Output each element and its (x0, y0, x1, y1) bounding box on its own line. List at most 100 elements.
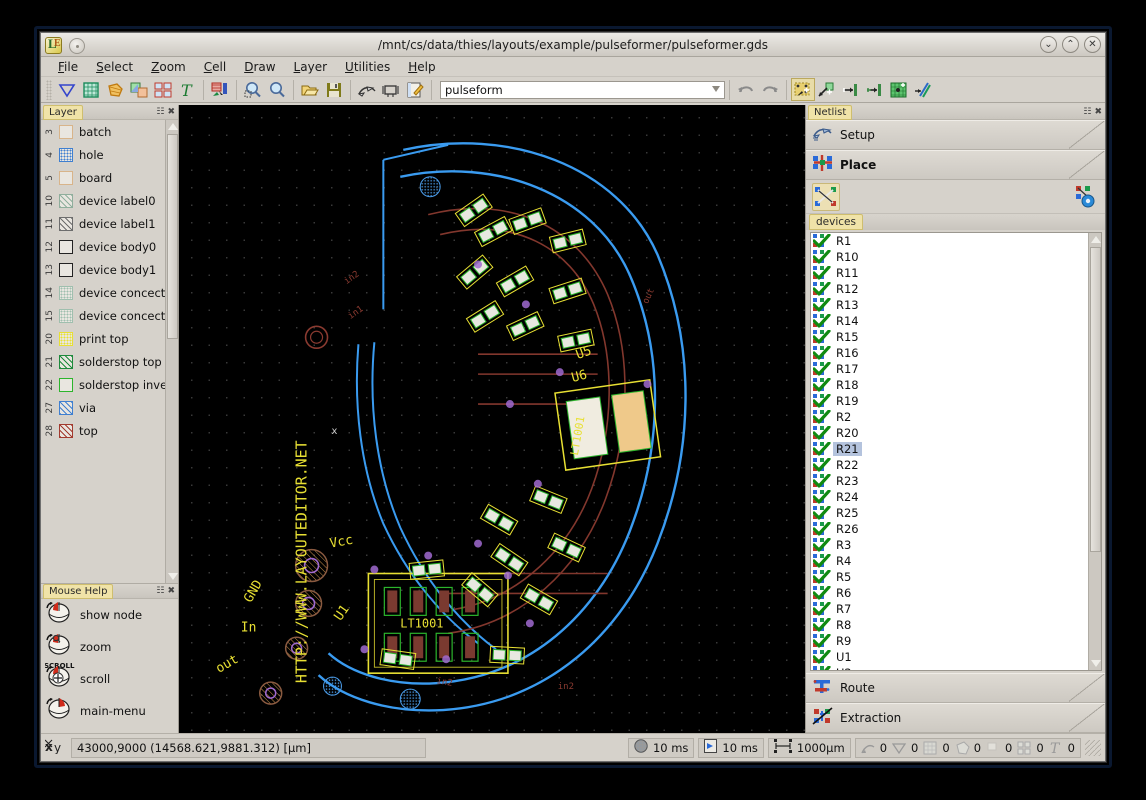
devices-scrollbar[interactable] (1088, 233, 1101, 670)
layer-color-swatch[interactable] (59, 308, 73, 323)
menu-zoom[interactable]: Zoom (142, 59, 195, 75)
place-settings-icon[interactable] (1071, 183, 1099, 211)
devices-scroll-up-icon[interactable] (1090, 234, 1101, 245)
layer-row[interactable]: 11 device label1 (41, 212, 178, 235)
undo-icon[interactable] (734, 78, 758, 101)
layer-scroll-down-icon[interactable] (167, 571, 178, 582)
device-list-item[interactable]: R11 (811, 265, 1087, 281)
device-list-item[interactable]: R24 (811, 489, 1087, 505)
device-list-item[interactable]: R4 (811, 553, 1087, 569)
section-extraction[interactable]: Extraction (806, 703, 1105, 733)
array-cells-icon[interactable] (151, 78, 175, 101)
menu-select[interactable]: Select (87, 59, 142, 75)
layer-row[interactable]: 20 print top (41, 327, 178, 350)
device-list-item[interactable]: R5 (811, 569, 1087, 585)
layer-color-swatch[interactable] (59, 400, 73, 415)
redo-icon[interactable] (758, 78, 782, 101)
minimize-button[interactable]: ⌄ (1040, 36, 1057, 53)
menu-help[interactable]: Help (399, 59, 444, 75)
device-list-item[interactable]: R10 (811, 249, 1087, 265)
layer-list[interactable]: 3 batch 4 hole 5 board 10 device label0 11 device… (41, 120, 178, 583)
layer-row[interactable]: 3 batch (41, 120, 178, 143)
layer-panel-undock-icon[interactable]: ☷ (156, 106, 164, 118)
netlist-undock-icon[interactable]: ☷ (1083, 106, 1091, 118)
device-list-item[interactable]: R21 (811, 441, 1087, 457)
cell-name-combobox[interactable]: pulseform (440, 80, 725, 99)
place-scatter-icon[interactable] (812, 182, 840, 211)
hatch-fill-icon[interactable] (79, 78, 103, 101)
device-list-item[interactable]: R26 (811, 521, 1087, 537)
device-list-item[interactable]: R12 (811, 281, 1087, 297)
layer-row[interactable]: 21 solderstop top (41, 350, 178, 373)
place-device-icon[interactable] (791, 78, 815, 101)
device-list-item[interactable]: R9 (811, 633, 1087, 649)
device-list-item[interactable]: R22 (811, 457, 1087, 473)
layer-scroll-up-icon[interactable] (167, 121, 178, 132)
layer-row[interactable]: 12 device body0 (41, 235, 178, 258)
device-list-item[interactable]: U1 (811, 649, 1087, 665)
menu-cell[interactable]: Cell (195, 59, 235, 75)
layer-color-swatch[interactable] (59, 239, 73, 254)
devices-list-container[interactable]: R1 R10 R11 R12 R13 R14 R15 R16 R17 R18 R19 R2 R20 R21… (810, 232, 1102, 671)
mouse-help-close-icon[interactable]: ✖ (167, 585, 175, 597)
mouse-help-undock-icon[interactable]: ☷ (156, 585, 164, 597)
device-list-item[interactable]: R13 (811, 297, 1087, 313)
device-list-item[interactable]: R8 (811, 617, 1087, 633)
maximize-button[interactable]: ⌃ (1062, 36, 1079, 53)
layer-row[interactable]: 10 device label0 (41, 189, 178, 212)
ruler-icon[interactable] (379, 78, 403, 101)
devices-list[interactable]: R1 R10 R11 R12 R13 R14 R15 R16 R17 R18 R19 R2 R20 R21… (811, 233, 1087, 670)
device-list-item[interactable]: R2 (811, 409, 1087, 425)
layer-color-swatch[interactable] (59, 170, 73, 185)
section-place[interactable]: Place (806, 150, 1105, 180)
notes-icon[interactable] (403, 78, 427, 101)
device-list-item[interactable]: R3 (811, 537, 1087, 553)
layer-color-swatch[interactable] (59, 377, 73, 392)
menu-file[interactable]: File (49, 59, 87, 75)
layer-color-swatch[interactable] (59, 124, 73, 139)
polygon-icon[interactable] (103, 78, 127, 101)
route-start-icon[interactable] (815, 78, 839, 101)
fill-area-icon[interactable] (887, 78, 911, 101)
device-list-item[interactable]: U2 (811, 665, 1087, 670)
close-button[interactable]: ✕ (1084, 36, 1101, 53)
route-pin-icon[interactable] (839, 78, 863, 101)
menu-layer[interactable]: Layer (285, 59, 336, 75)
select-triangle-icon[interactable] (55, 78, 79, 101)
save-file-icon[interactable] (322, 78, 346, 101)
zoom-icon[interactable] (265, 78, 289, 101)
layer-color-swatch[interactable] (59, 216, 73, 231)
devices-scroll-down-icon[interactable] (1090, 658, 1101, 669)
netlist-close-icon[interactable]: ✖ (1094, 106, 1102, 118)
device-list-item[interactable]: R15 (811, 329, 1087, 345)
layer-color-swatch[interactable] (59, 331, 73, 346)
layer-row[interactable]: 4 hole (41, 143, 178, 166)
layer-color-swatch[interactable] (59, 285, 73, 300)
route-pin2-icon[interactable] (863, 78, 887, 101)
layer-row[interactable]: 13 device body1 (41, 258, 178, 281)
device-list-item[interactable]: R17 (811, 361, 1087, 377)
device-list-item[interactable]: R19 (811, 393, 1087, 409)
open-file-icon[interactable] (298, 78, 322, 101)
layer-row[interactable]: 5 board (41, 166, 178, 189)
layer-panel-close-icon[interactable]: ✖ (167, 106, 175, 118)
text-tool-icon[interactable]: T (175, 78, 199, 101)
layer-color-swatch[interactable] (59, 193, 73, 208)
layout-canvas[interactable]: LT1001 U1 LT1001 U5 U6 Vcc GND In out in… (179, 105, 805, 733)
device-list-item[interactable]: R6 (811, 585, 1087, 601)
layer-row[interactable]: 22 solderstop inverse (41, 373, 178, 396)
layer-color-swatch[interactable] (59, 262, 73, 277)
window-menu-icon[interactable] (69, 35, 89, 55)
layer-color-swatch[interactable] (59, 147, 73, 162)
layer-row[interactable]: 27 via (41, 396, 178, 419)
layer-row[interactable]: 28 top (41, 419, 178, 442)
devices-scroll-thumb[interactable] (1090, 247, 1101, 552)
device-list-item[interactable]: R7 (811, 601, 1087, 617)
layer-edit-icon[interactable] (208, 78, 232, 101)
resize-grip[interactable] (1085, 739, 1101, 756)
chevron-down-icon[interactable] (712, 85, 720, 94)
route-net-icon[interactable] (911, 78, 935, 101)
section-setup[interactable]: Setup (806, 120, 1105, 150)
device-list-item[interactable]: R16 (811, 345, 1087, 361)
device-list-item[interactable]: R25 (811, 505, 1087, 521)
